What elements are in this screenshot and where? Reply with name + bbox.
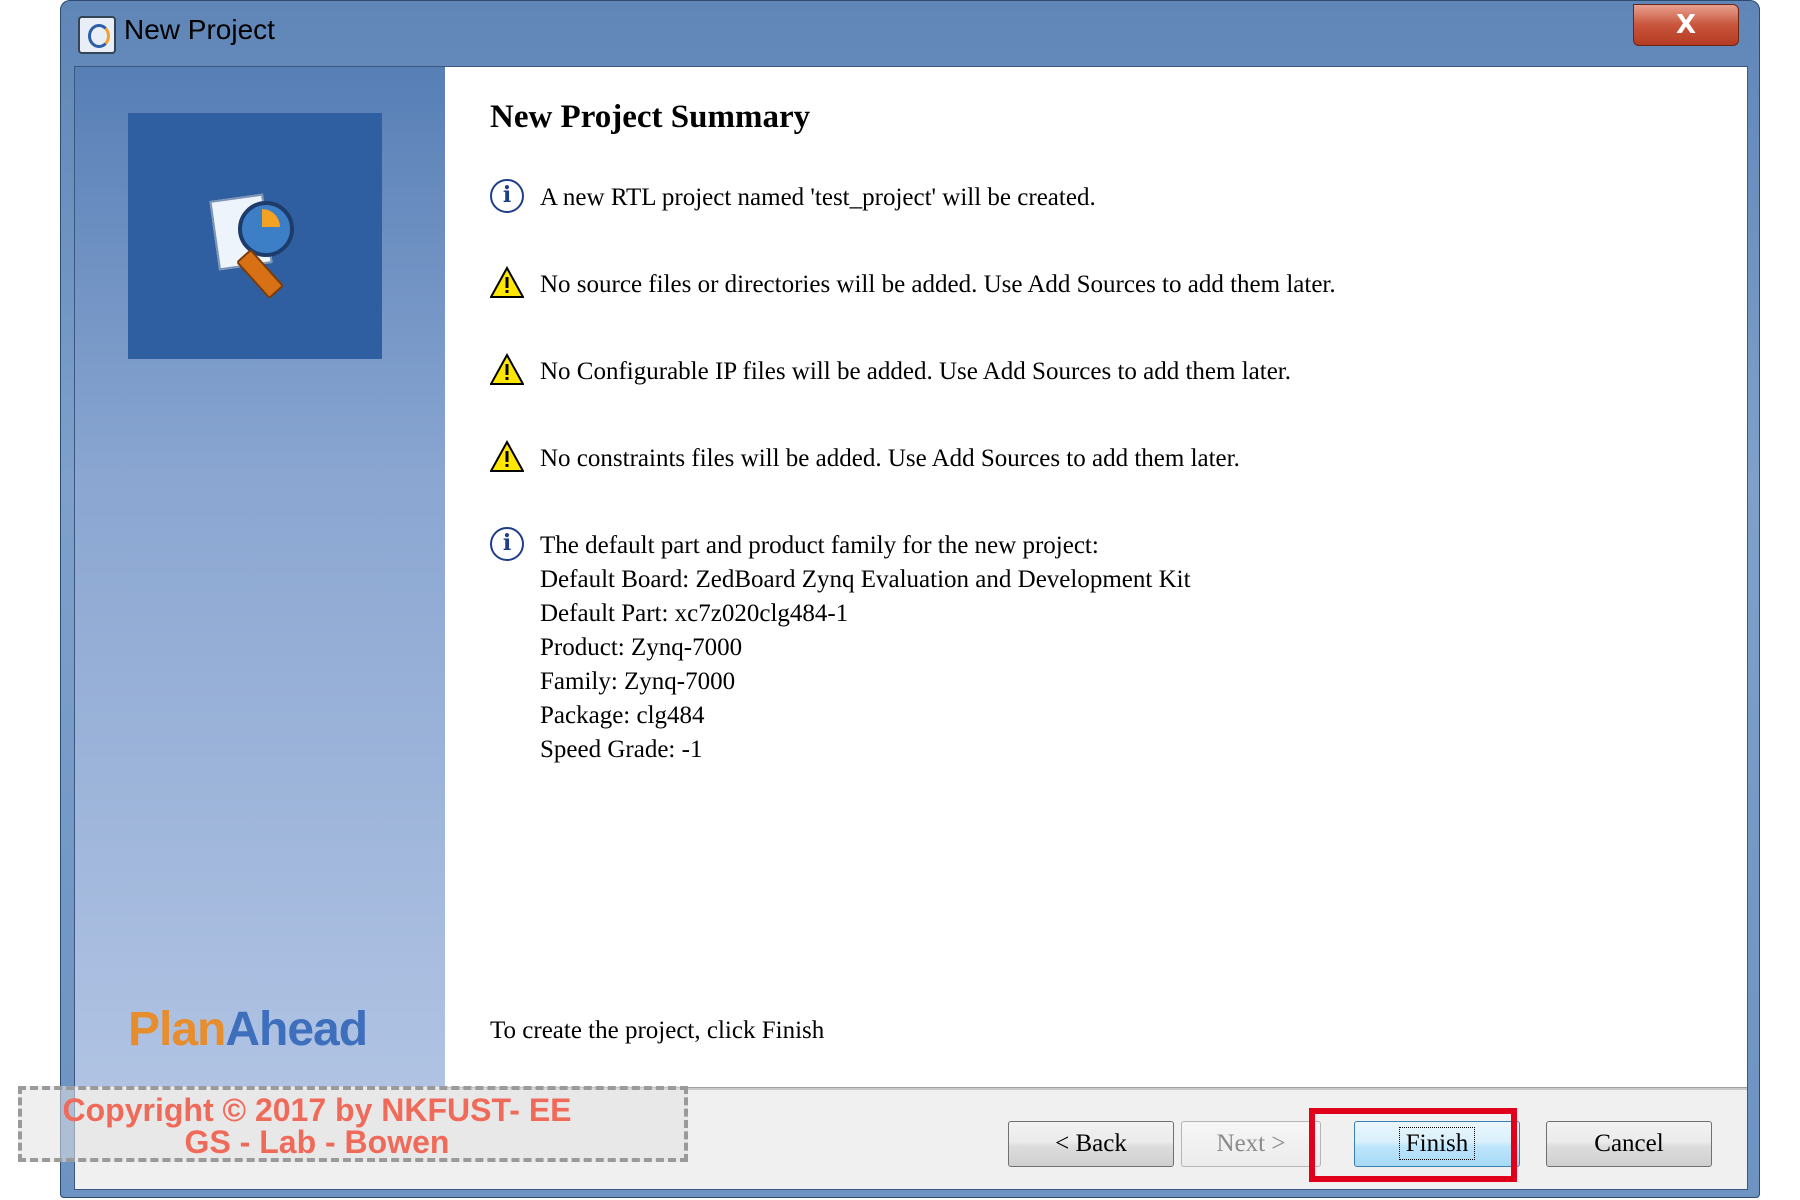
title-bar[interactable]: New Project X [60, 0, 1760, 66]
wizard-sidebar: PlanAhead [75, 67, 445, 1087]
watermark-line-2: GS - Lab - Bowen [184, 1124, 450, 1160]
finish-instruction: To create the project, click Finish [490, 1017, 825, 1044]
info-icon: i [490, 527, 524, 561]
copyright-watermark: Copyright © 2017 by NKFUST- EE GS - Lab … [18, 1086, 688, 1162]
warning-icon [490, 440, 524, 474]
defaults-intro: The default part and product family for … [540, 532, 1099, 559]
default-board: Default Board: ZedBoard Zynq Evaluation … [540, 566, 1191, 593]
new-project-window: New Project X PlanAhead New Project Summ… [60, 0, 1760, 1198]
app-icon [78, 16, 116, 54]
wizard-image [128, 113, 382, 359]
warning-icon [490, 353, 524, 387]
finish-highlight-box [1309, 1108, 1517, 1182]
page-title: New Project Summary [490, 99, 811, 135]
default-package: Package: clg484 [540, 702, 705, 729]
default-part: Default Part: xc7z020clg484-1 [540, 600, 849, 627]
close-button[interactable]: X [1633, 4, 1739, 46]
info-icon: i [490, 179, 524, 213]
next-button[interactable]: Next > [1181, 1121, 1321, 1167]
cancel-button[interactable]: Cancel [1546, 1121, 1712, 1167]
default-family: Family: Zynq-7000 [540, 668, 736, 695]
summary-panel: New Project Summary i A new RTL project … [445, 67, 1747, 1087]
back-button[interactable]: < Back [1008, 1121, 1174, 1167]
default-product: Product: Zynq-7000 [540, 634, 743, 661]
warning-icon [490, 266, 524, 300]
dialog-client-area: PlanAhead New Project Summary i A new RT… [74, 66, 1748, 1190]
default-speed-grade: Speed Grade: -1 [540, 736, 703, 763]
window-title: New Project [124, 14, 275, 45]
project-document-icon [209, 187, 294, 300]
planahead-logo: PlanAhead [128, 1003, 368, 1056]
